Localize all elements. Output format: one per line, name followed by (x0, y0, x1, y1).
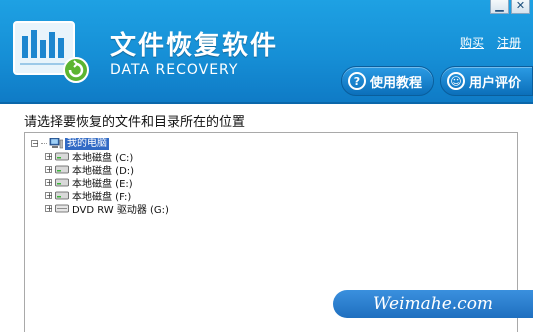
buy-link[interactable]: 购买 (460, 34, 484, 51)
hard-drive-icon (55, 178, 69, 187)
review-button-label: 用户评价 (469, 75, 522, 91)
smiley-icon: ☺ (447, 72, 465, 90)
computer-icon (49, 138, 63, 149)
tutorial-button-label: 使用教程 (370, 75, 423, 91)
app-title: 文件恢复软件 (110, 31, 279, 61)
help-icon: ? (348, 72, 366, 90)
drive-label[interactable]: DVD RW 驱动器 (G:) (72, 201, 169, 216)
register-link[interactable]: 注册 (497, 34, 521, 51)
hard-drive-icon (55, 191, 69, 200)
expand-toggle[interactable]: + (45, 205, 53, 213)
hard-drive-icon (55, 165, 69, 174)
expand-toggle[interactable]: + (45, 153, 53, 161)
review-button[interactable]: ☺ 用户评价 (440, 66, 533, 96)
app-logo-icon (13, 21, 89, 83)
app-subtitle: DATA RECOVERY (110, 62, 239, 78)
tree-root-label[interactable]: 我的电脑 (65, 137, 109, 150)
app-header: ▁ ✕ 文件恢复软件 DATA RECOVERY 购买 注册 ? 使用教程 ☺ … (0, 0, 533, 104)
tree-connector (41, 143, 47, 144)
tree-item-drive-g[interactable]: + DVD RW 驱动器 (G:) (45, 201, 169, 216)
dvd-drive-icon (55, 204, 69, 213)
collapse-toggle[interactable]: − (31, 140, 39, 148)
tutorial-button[interactable]: ? 使用教程 (341, 66, 434, 96)
hard-drive-icon (55, 152, 69, 161)
minimize-button[interactable]: ▁ (490, 0, 509, 14)
close-button[interactable]: ✕ (511, 0, 530, 14)
site-watermark: Weimahe.com (333, 290, 533, 318)
expand-toggle[interactable]: + (45, 192, 53, 200)
location-prompt: 请选择要恢复的文件和目录所在的位置 (24, 115, 246, 130)
expand-toggle[interactable]: + (45, 166, 53, 174)
expand-toggle[interactable]: + (45, 179, 53, 187)
